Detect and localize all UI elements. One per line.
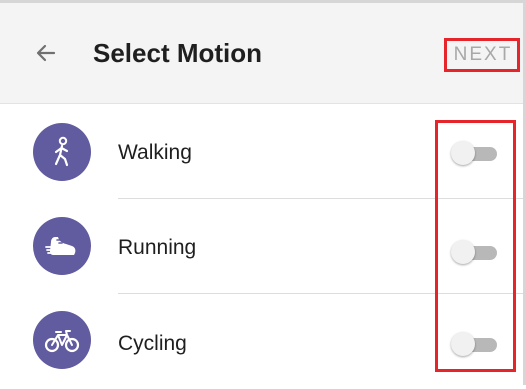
bicycle-icon bbox=[44, 325, 80, 355]
cycling-avatar bbox=[33, 311, 91, 369]
arrow-left-icon bbox=[34, 41, 58, 65]
walking-toggle[interactable] bbox=[451, 141, 499, 165]
back-button[interactable] bbox=[26, 33, 66, 73]
walking-icon bbox=[46, 136, 78, 168]
motion-label-walking: Walking bbox=[118, 141, 192, 164]
toggle-thumb bbox=[451, 332, 475, 356]
toggle-thumb bbox=[451, 141, 475, 165]
list-item-cycling: Cycling bbox=[0, 294, 523, 389]
list-item-running: Running bbox=[0, 199, 523, 294]
toggle-thumb bbox=[451, 240, 475, 264]
motion-label-running: Running bbox=[118, 236, 197, 259]
next-button[interactable]: NEXT bbox=[444, 38, 520, 72]
walking-avatar bbox=[33, 123, 91, 181]
cycling-toggle[interactable] bbox=[451, 332, 499, 356]
page-title: Select Motion bbox=[93, 38, 263, 68]
motion-label-cycling: Cycling bbox=[118, 332, 187, 355]
app-bar: Select Motion NEXT bbox=[0, 3, 523, 104]
list-item-walking: Walking bbox=[0, 104, 523, 199]
running-toggle[interactable] bbox=[451, 240, 499, 264]
running-avatar bbox=[33, 217, 91, 275]
running-shoe-icon bbox=[45, 229, 79, 263]
